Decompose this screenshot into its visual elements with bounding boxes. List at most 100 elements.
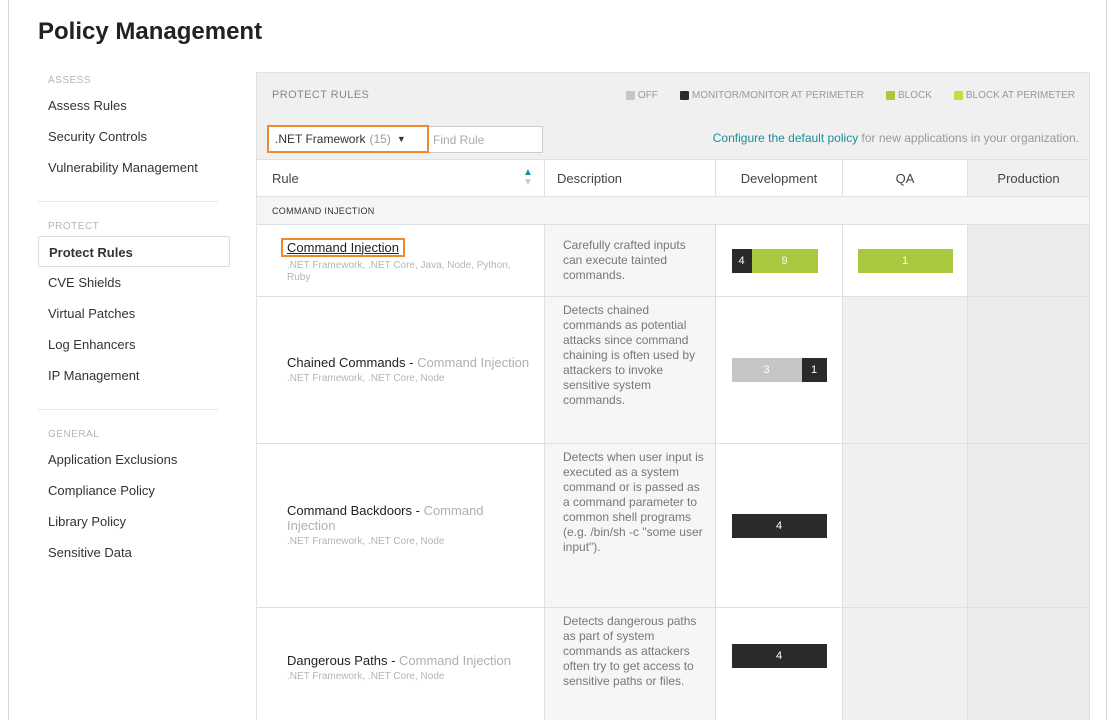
development-cell: 4 9	[716, 225, 843, 296]
development-status-bar[interactable]: 4 9	[731, 248, 827, 273]
rule-description: Detects chained commands as potential at…	[545, 297, 716, 443]
sidebar-section-general: GENERAL	[48, 429, 100, 440]
monitor-segment[interactable]: 4	[731, 248, 752, 273]
production-cell	[968, 608, 1089, 720]
configure-default-policy-text: Configure the default policy for new app…	[713, 131, 1079, 145]
sidebar-section-assess: ASSESS	[48, 75, 92, 86]
framework-dropdown-label: .NET Framework	[275, 132, 366, 146]
block-segment[interactable]: 1	[857, 248, 953, 273]
rules-table: Rule ▲ ▼ Description Development QA Prod…	[257, 159, 1089, 720]
rule-description: Detects when user input is executed as a…	[545, 444, 716, 607]
legend-block-label: BLOCK	[897, 89, 932, 101]
monitor-segment[interactable]: 1	[801, 358, 827, 382]
monitor-segment[interactable]: 4	[731, 644, 827, 668]
table-row: Command Injection .NET Framework, .NET C…	[257, 225, 1089, 297]
table-row: Dangerous Paths - Command Injection .NET…	[257, 608, 1089, 720]
rule-cell: Dangerous Paths - Command Injection .NET…	[257, 608, 545, 720]
column-header-rule[interactable]: Rule ▲ ▼	[257, 160, 545, 196]
rule-parent: Command Injection	[399, 652, 512, 668]
rule-frameworks: .NET Framework, .NET Core, Java, Node, P…	[287, 259, 511, 283]
chevron-down-icon: ▼	[396, 134, 406, 144]
legend-off-swatch	[625, 90, 635, 100]
off-segment[interactable]: 3	[731, 358, 802, 382]
rule-name-label: Command Backdoors -	[287, 503, 424, 518]
legend-monitor-swatch	[679, 90, 689, 100]
rule-description: Detects dangerous paths as part of syste…	[545, 608, 716, 720]
legend-block-at-perimeter-label: BLOCK AT PERIMETER	[965, 89, 1075, 101]
sidebar-item-sensitive-data[interactable]: Sensitive Data	[38, 537, 230, 568]
protect-rules-panel: PROTECT RULES OFF MONITOR/MONITOR AT PER…	[256, 72, 1090, 720]
panel-header: PROTECT RULES OFF MONITOR/MONITOR AT PER…	[257, 73, 1089, 117]
sidebar-item-security-controls[interactable]: Security Controls	[38, 121, 230, 152]
sidebar-divider	[38, 201, 218, 202]
sidebar-item-assess-rules[interactable]: Assess Rules	[38, 90, 230, 121]
legend-off-label: OFF	[637, 89, 658, 101]
configure-default-policy-link[interactable]: Configure the default policy	[713, 131, 858, 145]
sidebar-item-log-enhancers[interactable]: Log Enhancers	[38, 329, 230, 360]
table-row: Command Backdoors - Command Injection .N…	[257, 444, 1089, 608]
sidebar-item-compliance-policy[interactable]: Compliance Policy	[38, 475, 230, 506]
configure-default-policy-rest: for new applications in your organizatio…	[858, 131, 1079, 145]
production-cell	[968, 225, 1089, 296]
legend-block-at-perimeter-swatch	[953, 90, 963, 100]
sidebar: ASSESS Assess Rules Security Controls Vu…	[38, 72, 230, 568]
qa-cell: 1	[843, 225, 968, 296]
sort-icon[interactable]: ▲ ▼	[522, 166, 534, 190]
block-segment[interactable]: 9	[751, 248, 818, 273]
qa-cell	[843, 608, 968, 720]
group-row-command-injection: COMMAND INJECTION	[257, 197, 1089, 225]
rule-cell: Command Backdoors - Command Injection .N…	[257, 444, 545, 607]
rule-name-label: Dangerous Paths -	[287, 652, 400, 668]
rule-frameworks: .NET Framework, .NET Core, Node	[287, 373, 445, 384]
sidebar-item-cve-shields[interactable]: CVE Shields	[38, 267, 230, 298]
rule-parent: Command Injection	[417, 355, 530, 370]
development-cell: 4	[716, 444, 843, 607]
rule-name-link[interactable]: Command Injection	[281, 237, 405, 257]
filter-row: .NET Framework (15) ▼ Configure the defa…	[257, 117, 1089, 159]
production-cell	[968, 444, 1089, 607]
qa-status-bar[interactable]: 1	[857, 248, 953, 273]
rule-description: Carefully crafted inputs can execute tai…	[545, 225, 716, 296]
development-cell: 4	[716, 608, 843, 720]
framework-dropdown-count: (15)	[369, 132, 391, 146]
development-cell: 3 1	[716, 297, 843, 443]
sidebar-divider	[38, 409, 218, 410]
framework-dropdown[interactable]: .NET Framework (15) ▼	[267, 125, 429, 153]
development-status-bar[interactable]: 4	[731, 644, 827, 668]
rule-frameworks: .NET Framework, .NET Core, Node	[287, 670, 445, 682]
development-status-bar[interactable]: 4	[731, 513, 827, 538]
rule-name-label: Chained Commands -	[287, 355, 418, 370]
rule-cell: Command Injection .NET Framework, .NET C…	[257, 225, 545, 296]
legend: OFF MONITOR/MONITOR AT PERIMETER BLOCK B…	[625, 73, 1075, 117]
sidebar-item-protect-rules[interactable]: Protect Rules	[38, 236, 230, 267]
sort-down-icon: ▼	[523, 177, 533, 188]
rule-name[interactable]: Dangerous Paths - Command Injection	[287, 653, 532, 668]
sidebar-item-application-exclusions[interactable]: Application Exclusions	[38, 444, 230, 475]
rule-name[interactable]: Command Backdoors - Command Injection	[287, 503, 532, 533]
sidebar-item-virtual-patches[interactable]: Virtual Patches	[38, 298, 230, 329]
qa-cell	[843, 297, 968, 443]
sidebar-item-vulnerability-management[interactable]: Vulnerability Management	[38, 152, 230, 183]
column-header-development: Development	[716, 160, 843, 196]
development-status-bar[interactable]: 3 1	[731, 358, 827, 382]
sidebar-item-ip-management[interactable]: IP Management	[38, 360, 230, 391]
table-header-row: Rule ▲ ▼ Description Development QA Prod…	[257, 159, 1089, 197]
column-header-rule-label: Rule	[272, 170, 299, 186]
sidebar-section-protect: PROTECT	[48, 221, 100, 232]
column-header-qa: QA	[843, 160, 968, 196]
rule-name[interactable]: Chained Commands - Command Injection	[287, 355, 532, 370]
find-rule-input[interactable]	[429, 126, 543, 153]
legend-monitor-label: MONITOR/MONITOR AT PERIMETER	[691, 89, 864, 101]
monitor-segment[interactable]: 4	[731, 513, 827, 538]
legend-block: BLOCK	[885, 89, 932, 101]
legend-block-swatch	[885, 90, 895, 100]
column-header-production: Production	[968, 160, 1089, 196]
production-cell	[968, 297, 1089, 443]
qa-cell	[843, 444, 968, 607]
rule-frameworks: .NET Framework, .NET Core, Node	[287, 536, 445, 547]
panel-title: PROTECT RULES	[272, 89, 370, 101]
legend-off: OFF	[625, 89, 658, 101]
rule-cell: Chained Commands - Command Injection .NE…	[257, 297, 545, 443]
sidebar-item-library-policy[interactable]: Library Policy	[38, 506, 230, 537]
table-row: Chained Commands - Command Injection .NE…	[257, 297, 1089, 444]
